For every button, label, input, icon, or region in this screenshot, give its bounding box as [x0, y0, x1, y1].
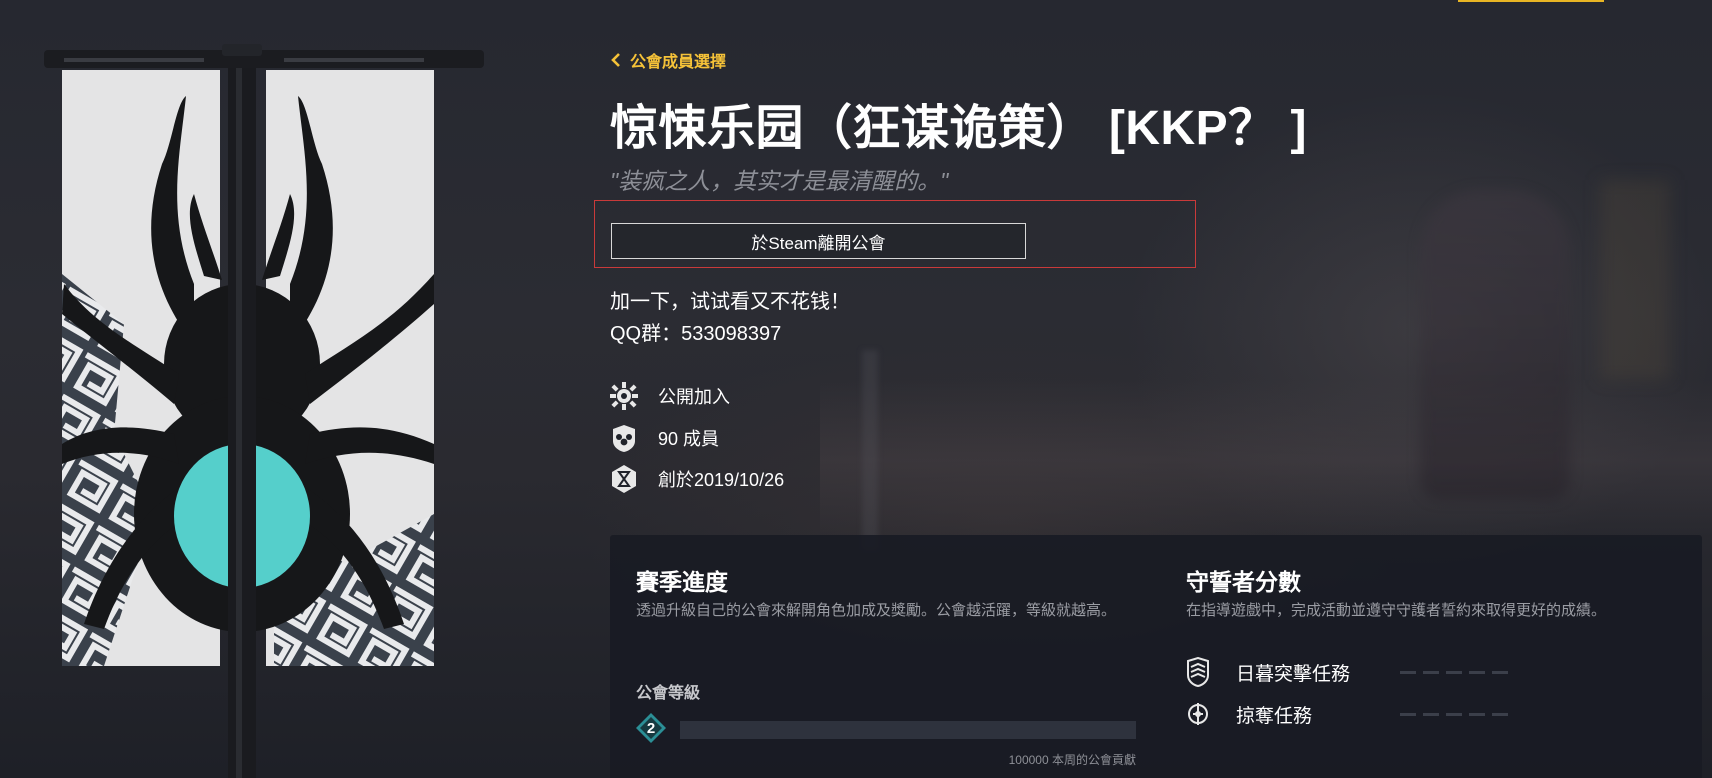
meta-text: 90 成員	[658, 429, 720, 449]
meta-text: 創於2019/10/26	[658, 470, 785, 490]
description-line: QQ群：533098397	[610, 323, 782, 345]
clan-motto: "装疯之人，其实才是最清醒的。"	[610, 168, 949, 194]
clan-level-progress-bar	[680, 721, 1136, 739]
season-progress-description: 透過升級自己的公會來解開角色加成及獎勵。公會越活躍，等級就越高。	[636, 602, 1117, 619]
chevron-left-icon	[611, 53, 620, 67]
activity-label: 日暮突擊任務	[1236, 663, 1351, 685]
members-icon	[613, 425, 635, 452]
season-progress-title: 賽季進度	[636, 569, 728, 595]
description-line: 加一下，试试看又不花钱！	[610, 291, 850, 313]
leave-clan-steam-button[interactable]: 於Steam離開公會	[611, 223, 1026, 259]
open-join-icon	[610, 382, 638, 410]
meta-open-join: 公開加入	[610, 381, 730, 411]
clan-name: 惊悚乐园（狂谋诡策） [KKP？ ]	[610, 102, 1307, 155]
back-link-label: 公會成員選擇	[630, 54, 727, 71]
top-accent-bar	[1458, 0, 1604, 2]
weekly-contribution: 100000 本周的公會貢獻	[1008, 753, 1136, 767]
back-to-clan-members-link[interactable]: 公會成員選擇	[610, 48, 726, 72]
activity-label: 掠奪任務	[1236, 705, 1313, 727]
guardian-score-title: 守誓者分數	[1186, 569, 1301, 595]
clan-description: 加一下，试试看又不花钱！ QQ群：533098397	[610, 286, 850, 350]
background-spire	[862, 350, 878, 550]
guardian-score-description: 在指導遊戲中，完成活動並遵守守護者誓約來取得更好的成績。	[1186, 602, 1607, 619]
nightfall-strike-icon	[1187, 657, 1209, 687]
clan-progress-panel: 賽季進度 透過升級自己的公會來解開角色加成及獎勵。公會越活躍，等級就越高。 公會…	[610, 535, 1702, 778]
clan-level-value: 2	[646, 719, 656, 737]
clan-level-label: 公會等級	[636, 685, 701, 702]
activity-nightfall-strike: 日暮突擊任務	[1186, 657, 1508, 687]
activity-score-slots	[1400, 670, 1508, 674]
founded-icon	[612, 465, 636, 493]
background-figure-secondary	[1600, 180, 1670, 380]
raid-icon	[1188, 703, 1208, 725]
meta-text: 公開加入	[658, 387, 730, 407]
meta-members: 90 成員	[610, 423, 719, 453]
clan-banner	[44, 44, 484, 778]
background-haze	[820, 380, 1712, 540]
clan-page: 公會成員選擇 惊悚乐园（狂谋诡策） [KKP？ ] "装疯之人，其实才是最清醒的…	[0, 0, 1712, 778]
activity-score-slots	[1400, 712, 1508, 716]
background-figure	[1420, 190, 1570, 500]
activity-raid: 掠奪任務	[1186, 699, 1508, 729]
meta-founded: 創於2019/10/26	[610, 464, 784, 494]
